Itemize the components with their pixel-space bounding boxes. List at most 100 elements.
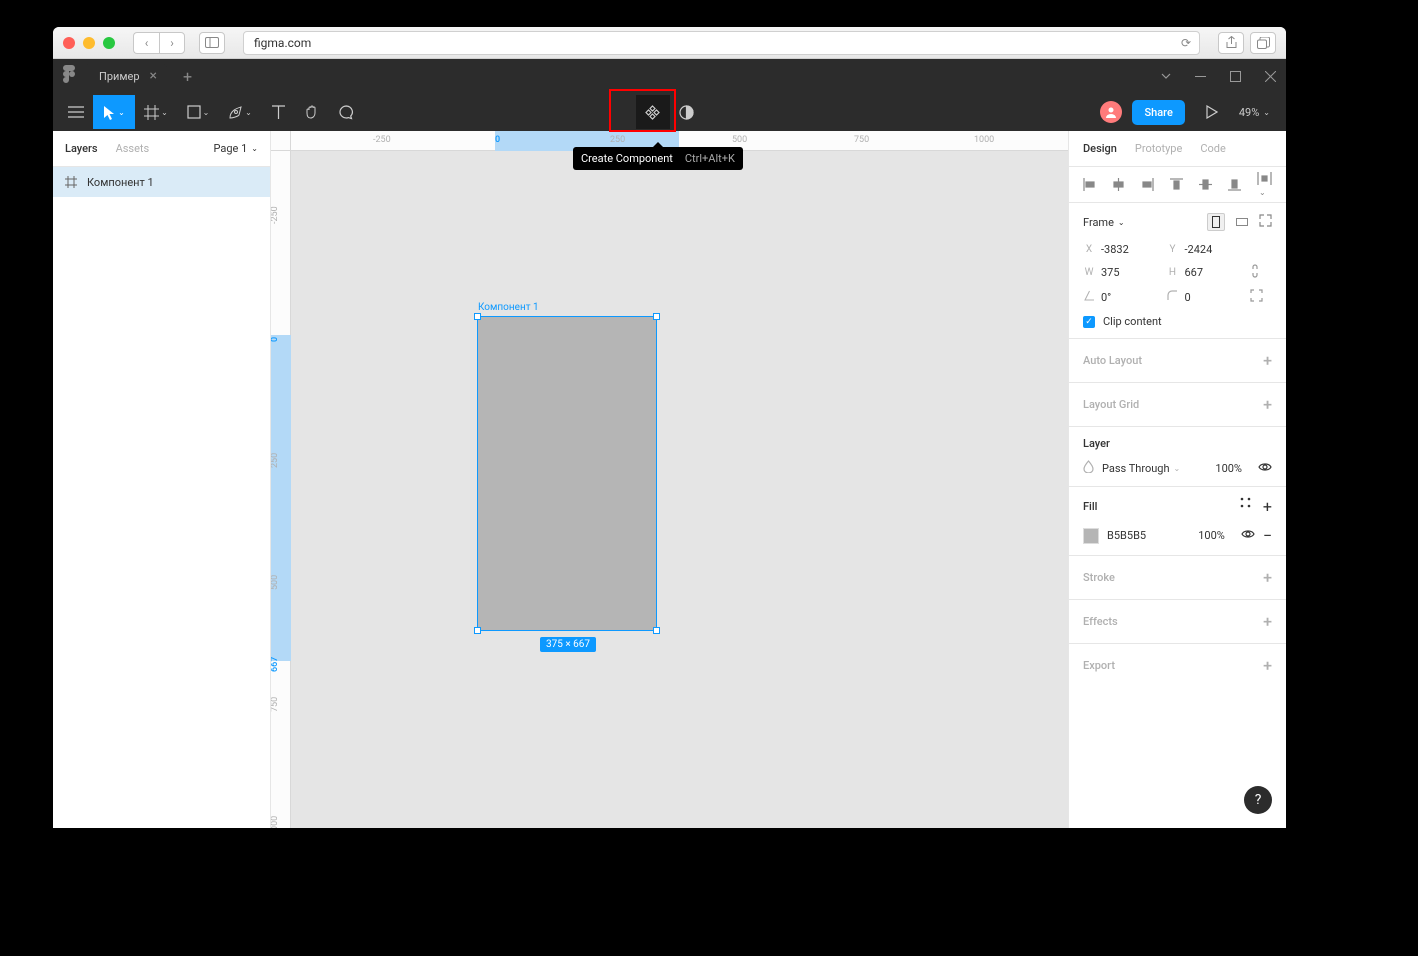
comment-tool[interactable]: [329, 95, 363, 129]
stroke-section[interactable]: Stroke +: [1069, 556, 1286, 600]
user-avatar[interactable]: [1100, 101, 1122, 123]
close-window-button[interactable]: [63, 37, 75, 49]
resize-handle-ne[interactable]: [653, 313, 660, 320]
fill-visibility-icon[interactable]: [1241, 529, 1255, 542]
fill-style-icon[interactable]: [1240, 497, 1251, 516]
rotation-field[interactable]: 0°: [1083, 290, 1161, 304]
auto-layout-section[interactable]: Auto Layout +: [1069, 339, 1286, 383]
resize-handle-sw[interactable]: [474, 627, 481, 634]
layer-section: Layer Pass Through⌄ 100%: [1069, 427, 1286, 487]
export-section[interactable]: Export +: [1069, 644, 1286, 687]
resize-handle-se[interactable]: [653, 627, 660, 634]
tab-design[interactable]: Design: [1083, 142, 1117, 155]
remove-fill-button[interactable]: −: [1263, 526, 1272, 545]
layer-visibility-icon[interactable]: [1258, 462, 1272, 475]
ruler-corner: [271, 131, 291, 151]
toolbar-center: [636, 95, 704, 129]
y-field[interactable]: Y-2424: [1167, 243, 1245, 256]
present-button[interactable]: [1195, 95, 1229, 129]
frame-icon: [65, 176, 77, 188]
frame-label[interactable]: Компонент 1: [478, 302, 539, 313]
share-button[interactable]: Share: [1132, 100, 1184, 125]
new-tab-button[interactable]: +: [183, 67, 192, 86]
add-stroke-button[interactable]: +: [1263, 568, 1272, 587]
tab-prototype[interactable]: Prototype: [1135, 142, 1182, 155]
frame-tool[interactable]: ⌄: [135, 95, 177, 129]
move-tool[interactable]: ⌄: [93, 95, 135, 129]
figma-logo-icon[interactable]: [63, 65, 75, 87]
add-auto-layout-button[interactable]: +: [1263, 351, 1272, 370]
menu-button[interactable]: [59, 95, 93, 129]
layer-section-title: Layer: [1083, 437, 1272, 450]
align-bottom-icon[interactable]: [1228, 178, 1241, 191]
orientation-landscape[interactable]: [1233, 213, 1251, 231]
clip-content-checkbox[interactable]: ✓: [1083, 316, 1095, 328]
help-button[interactable]: ?: [1244, 786, 1272, 814]
resize-to-fit-icon[interactable]: [1259, 214, 1272, 230]
blend-mode-icon[interactable]: [1083, 460, 1094, 476]
w-field[interactable]: W375: [1083, 266, 1161, 279]
create-component-button[interactable]: [636, 95, 670, 129]
pen-tool[interactable]: ⌄: [219, 95, 261, 129]
add-export-button[interactable]: +: [1263, 656, 1272, 675]
share-browser-button[interactable]: [1218, 32, 1244, 54]
maximize-window-button[interactable]: [103, 37, 115, 49]
left-panel-tabs: Layers Assets Page 1⌄: [53, 131, 270, 167]
maximize-icon[interactable]: [1230, 71, 1241, 82]
refresh-icon[interactable]: ⟳: [1181, 36, 1191, 50]
page-selector[interactable]: Page 1⌄: [214, 142, 259, 155]
effects-section[interactable]: Effects +: [1069, 600, 1286, 644]
independent-corners-icon[interactable]: [1250, 289, 1272, 305]
dimensions-badge: 375 × 667: [540, 637, 596, 652]
radius-field[interactable]: 0: [1167, 290, 1245, 304]
close-tab-icon[interactable]: ×: [150, 68, 157, 84]
constrain-proportions-icon[interactable]: [1250, 264, 1272, 281]
document-tab[interactable]: Пример ×: [85, 64, 167, 88]
fill-hex-field[interactable]: B5B5B5: [1107, 529, 1146, 542]
layer-name: Компонент 1: [87, 176, 154, 189]
resize-handle-nw[interactable]: [474, 313, 481, 320]
h-field[interactable]: H667: [1167, 266, 1245, 279]
distribute-icon[interactable]: ⌄: [1257, 172, 1272, 198]
clip-content-row[interactable]: ✓ Clip content: [1083, 315, 1272, 328]
selected-frame[interactable]: Компонент 1: [478, 317, 656, 630]
minimize-icon[interactable]: [1195, 71, 1206, 82]
app-body: Layers Assets Page 1⌄ Компонент 1 -250 0…: [53, 131, 1286, 828]
zoom-control[interactable]: 49%⌄: [1239, 106, 1270, 119]
url-bar[interactable]: figma.com ⟳: [243, 31, 1200, 55]
close-icon[interactable]: [1265, 71, 1276, 82]
add-layout-grid-button[interactable]: +: [1263, 395, 1272, 414]
fill-swatch[interactable]: [1083, 528, 1099, 544]
hand-tool[interactable]: [295, 95, 329, 129]
tabs-browser-button[interactable]: [1250, 32, 1276, 54]
back-button[interactable]: ‹: [133, 32, 159, 54]
layer-row[interactable]: Компонент 1: [53, 167, 270, 197]
forward-button[interactable]: ›: [159, 32, 185, 54]
tab-layers[interactable]: Layers: [65, 142, 98, 155]
sidebar-toggle-button[interactable]: [199, 32, 225, 54]
mask-button[interactable]: [670, 95, 704, 129]
blend-mode-selector[interactable]: Pass Through⌄: [1102, 462, 1180, 475]
align-v-center-icon[interactable]: [1199, 178, 1212, 191]
toolbar-right: Share 49%⌄: [1100, 95, 1280, 129]
align-top-icon[interactable]: [1170, 178, 1183, 191]
x-field[interactable]: X-3832: [1083, 243, 1161, 256]
layout-grid-section[interactable]: Layout Grid +: [1069, 383, 1286, 427]
minimize-window-button[interactable]: [83, 37, 95, 49]
rectangle-tool[interactable]: ⌄: [177, 95, 219, 129]
fill-title: Fill: [1083, 500, 1097, 513]
chevron-down-icon[interactable]: [1161, 73, 1171, 79]
frame-type-selector[interactable]: Frame⌄: [1083, 216, 1125, 229]
add-effect-button[interactable]: +: [1263, 612, 1272, 631]
orientation-portrait[interactable]: [1207, 213, 1225, 231]
add-fill-button[interactable]: +: [1263, 497, 1272, 516]
canvas[interactable]: -250 0 250 500 750 1000 1250 -250 0 250 …: [271, 131, 1068, 828]
align-h-center-icon[interactable]: [1112, 178, 1125, 191]
fill-opacity-field[interactable]: 100%: [1198, 529, 1225, 542]
layer-opacity-field[interactable]: 100%: [1215, 462, 1242, 475]
align-right-icon[interactable]: [1141, 178, 1154, 191]
text-tool[interactable]: [261, 95, 295, 129]
align-left-icon[interactable]: [1083, 178, 1096, 191]
tab-code[interactable]: Code: [1200, 142, 1225, 155]
tab-assets[interactable]: Assets: [116, 142, 150, 155]
